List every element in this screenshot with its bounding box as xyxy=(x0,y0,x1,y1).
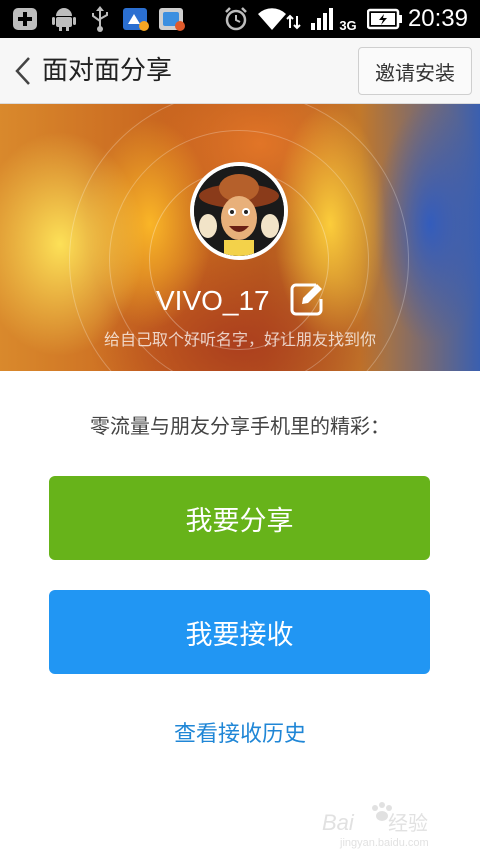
tagline: 零流量与朋友分享手机里的精彩： xyxy=(90,414,390,438)
svg-text:Bai: Bai xyxy=(322,810,355,835)
usb-icon xyxy=(88,6,112,32)
user-name: VIVO_17 xyxy=(156,285,270,316)
avatar[interactable] xyxy=(190,162,288,260)
profile-banner: VIVO_17 给自己取个好听名字，好让朋友找到你 xyxy=(0,104,480,371)
name-hint: 给自己取个好听名字，好让朋友找到你 xyxy=(103,330,376,349)
android-icon xyxy=(50,6,78,32)
app-notification-icon xyxy=(158,6,186,32)
edit-icon[interactable] xyxy=(290,282,324,316)
title-bar: 面对面分享 邀请安装 xyxy=(0,38,480,104)
chevron-left-icon[interactable] xyxy=(10,52,40,90)
watermark: Bai 经验 jingyan.baidu.com xyxy=(320,800,450,850)
signal-icon: 3G xyxy=(308,6,358,33)
battery-charging-icon xyxy=(366,6,404,32)
receive-history-link[interactable]: 查看接收历史 xyxy=(0,716,480,748)
wifi-icon xyxy=(258,6,302,32)
invite-install-button[interactable]: 邀请安装 xyxy=(358,47,472,95)
status-bar: 3G 20:39 xyxy=(0,0,480,38)
share-button[interactable]: 我要分享 xyxy=(49,476,430,560)
network-type: 3G xyxy=(339,17,357,33)
clock: 20:39 xyxy=(407,5,468,32)
app-notification-icon xyxy=(122,6,150,32)
svg-text:经验: 经验 xyxy=(388,811,428,835)
page-title: 面对面分享 xyxy=(42,56,173,86)
alarm-icon xyxy=(222,6,250,32)
receive-button[interactable]: 我要接收 xyxy=(49,590,430,674)
svg-text:jingyan.baidu.com: jingyan.baidu.com xyxy=(339,837,429,849)
add-notification-icon xyxy=(10,6,40,32)
